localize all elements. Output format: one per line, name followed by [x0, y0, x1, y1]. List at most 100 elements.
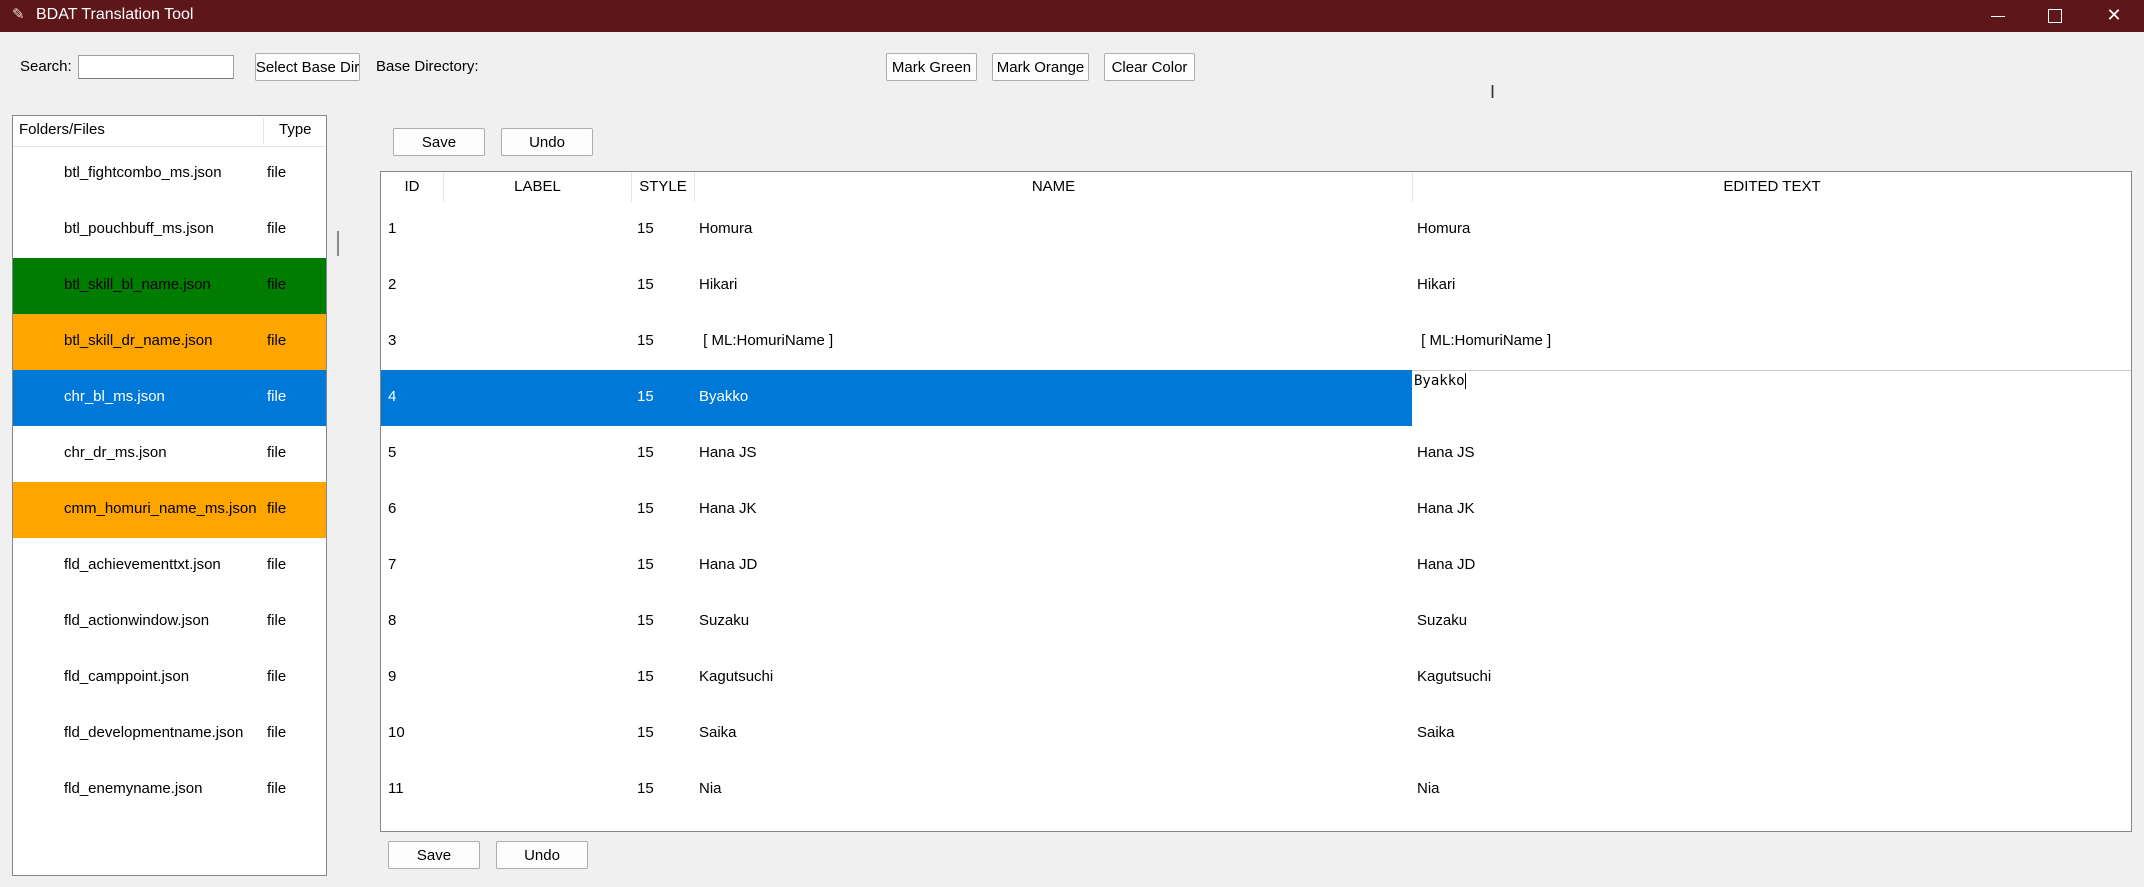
- col-name[interactable]: NAME: [695, 178, 1412, 195]
- undo-button-top[interactable]: Undo: [501, 128, 593, 156]
- undo-button-bottom[interactable]: Undo: [496, 841, 588, 869]
- tree-col-type[interactable]: Type: [279, 121, 312, 138]
- table-row[interactable]: 1 15 Homura Homura: [381, 202, 2131, 258]
- tree-item-type: file: [267, 612, 287, 629]
- cell-edited-text[interactable]: Hana JS: [1417, 444, 1475, 461]
- cell-name: Saika: [699, 724, 737, 741]
- tree-col-divider[interactable]: [263, 118, 264, 144]
- cell-style: 15: [637, 612, 654, 629]
- cell-edited-text[interactable]: Hikari: [1417, 276, 1455, 293]
- title-bar[interactable]: ✎ BDAT Translation Tool ✕: [0, 0, 2144, 32]
- tree-item[interactable]: btl_fightcombo_ms.json file: [13, 146, 326, 202]
- cell-name: Hana JK: [699, 500, 757, 517]
- col-label[interactable]: LABEL: [444, 178, 631, 195]
- text-grid[interactable]: ID LABEL STYLE NAME EDITED TEXT 1 15 Homur…: [380, 171, 2132, 832]
- minimize-icon: [1991, 15, 2005, 17]
- col-id[interactable]: ID: [381, 178, 443, 195]
- cell-name: Nia: [699, 780, 722, 797]
- tree-item-type: file: [267, 276, 287, 293]
- cell-id: 1: [388, 220, 397, 237]
- select-base-dir-button[interactable]: Select Base Dir: [255, 53, 360, 81]
- mark-green-button[interactable]: Mark Green: [886, 53, 977, 81]
- save-button-top[interactable]: Save: [393, 128, 485, 156]
- tree-item-type: file: [267, 724, 287, 741]
- tree-item-name: fld_camppoint.json: [64, 668, 190, 685]
- cell-id: 10: [388, 724, 405, 741]
- cell-id: 2: [388, 276, 397, 293]
- tree-item[interactable]: btl_pouchbuff_ms.json file: [13, 202, 326, 258]
- tree-item[interactable]: fld_developmentname.json file: [13, 706, 326, 762]
- file-tree[interactable]: Folders/Files Type btl_fightcombo_ms.jso…: [12, 115, 327, 876]
- cell-edited-text[interactable]: Suzaku: [1417, 612, 1467, 629]
- cell-edited-text[interactable]: [ ML:HomuriName ]: [1417, 332, 1555, 349]
- col-edited-text[interactable]: EDITED TEXT: [1413, 178, 2131, 195]
- table-row[interactable]: 5 15 Hana JS Hana JS: [381, 426, 2131, 482]
- tree-item-type: file: [267, 444, 287, 461]
- cell-edited-text[interactable]: Hana JD: [1417, 556, 1475, 573]
- table-row[interactable]: 7 15 Hana JD Hana JD: [381, 538, 2131, 594]
- table-row[interactable]: 9 15 Kagutsuchi Kagutsuchi: [381, 650, 2131, 706]
- tree-item[interactable]: fld_actionwindow.json file: [13, 594, 326, 650]
- tree-col-folders-files[interactable]: Folders/Files: [19, 121, 105, 138]
- tree-item[interactable]: cmm_homuri_name_ms.json file: [13, 482, 326, 538]
- cell-name: Homura: [699, 220, 753, 237]
- cell-name: Hana JD: [699, 556, 758, 573]
- tree-item[interactable]: chr_bl_ms.json file: [13, 370, 326, 426]
- mark-orange-button[interactable]: Mark Orange: [992, 53, 1089, 81]
- cell-style: 15: [637, 444, 654, 461]
- col-style[interactable]: STYLE: [632, 178, 694, 195]
- cell-edited-text[interactable]: Saika: [1417, 724, 1455, 741]
- close-icon: ✕: [2106, 5, 2122, 25]
- cell-style: 15: [637, 276, 654, 293]
- tree-item-type: file: [267, 332, 287, 349]
- cell-id: 5: [388, 444, 397, 461]
- cell-id: 7: [388, 556, 397, 573]
- tree-item-name: btl_skill_bl_name.json: [64, 276, 211, 293]
- edited-text-value: Byakko: [1414, 373, 1465, 389]
- tree-item-name: chr_dr_ms.json: [64, 444, 167, 461]
- close-button[interactable]: ✕: [2084, 0, 2144, 32]
- tree-item[interactable]: fld_camppoint.json file: [13, 650, 326, 706]
- tree-item-name: btl_pouchbuff_ms.json: [64, 220, 214, 237]
- table-row[interactable]: 3 15 [ ML:HomuriName ] [ ML:HomuriName ]: [381, 314, 2131, 370]
- cell-id: 3: [388, 332, 397, 349]
- cell-edited-text[interactable]: Kagutsuchi: [1417, 668, 1491, 685]
- cell-style: 15: [637, 332, 654, 349]
- table-row[interactable]: 10 15 Saika Saika: [381, 706, 2131, 762]
- minimize-button[interactable]: [1968, 0, 2028, 32]
- cell-name: Byakko: [699, 388, 749, 405]
- base-directory-label: Base Directory:: [376, 58, 479, 75]
- text-caret: [1464, 373, 1466, 389]
- tree-item-type: file: [267, 500, 287, 517]
- cell-edited-text[interactable]: Nia: [1417, 780, 1440, 797]
- clear-color-button[interactable]: Clear Color: [1104, 53, 1195, 81]
- cell-style: 15: [637, 388, 654, 405]
- row-selection-highlight: [381, 370, 1412, 426]
- tree-item-name: fld_achievementtxt.json: [64, 556, 221, 573]
- table-row[interactable]: 6 15 Hana JK Hana JK: [381, 482, 2131, 538]
- table-row[interactable]: 4 15 Byakko Byakko: [381, 370, 2131, 426]
- tree-item[interactable]: fld_enemyname.json file: [13, 762, 326, 818]
- edited-text-input[interactable]: Byakko: [1412, 370, 2131, 426]
- tree-item[interactable]: fld_achievementtxt.json file: [13, 538, 326, 594]
- panel-splitter[interactable]: [337, 231, 339, 256]
- tree-item[interactable]: btl_skill_dr_name.json file: [13, 314, 326, 370]
- save-button-bottom[interactable]: Save: [388, 841, 480, 869]
- cell-edited-text[interactable]: Hana JK: [1417, 500, 1475, 517]
- table-row[interactable]: 8 15 Suzaku Suzaku: [381, 594, 2131, 650]
- tree-header: Folders/Files Type: [13, 116, 326, 147]
- cell-style: 15: [637, 724, 654, 741]
- search-input[interactable]: [78, 55, 234, 79]
- maximize-button[interactable]: [2025, 0, 2085, 32]
- table-row[interactable]: 11 15 Nia Nia: [381, 762, 2131, 818]
- tree-item[interactable]: btl_skill_bl_name.json file: [13, 258, 326, 314]
- table-row[interactable]: 2 15 Hikari Hikari: [381, 258, 2131, 314]
- cell-id: 11: [388, 780, 404, 797]
- tree-item[interactable]: chr_dr_ms.json file: [13, 426, 326, 482]
- feather-icon: ✎: [12, 6, 25, 23]
- tree-item-type: file: [267, 556, 287, 573]
- tree-item-type: file: [267, 164, 287, 181]
- cell-edited-text[interactable]: Homura: [1417, 220, 1470, 237]
- cell-name: Hana JS: [699, 444, 757, 461]
- cell-name: Hikari: [699, 276, 738, 293]
